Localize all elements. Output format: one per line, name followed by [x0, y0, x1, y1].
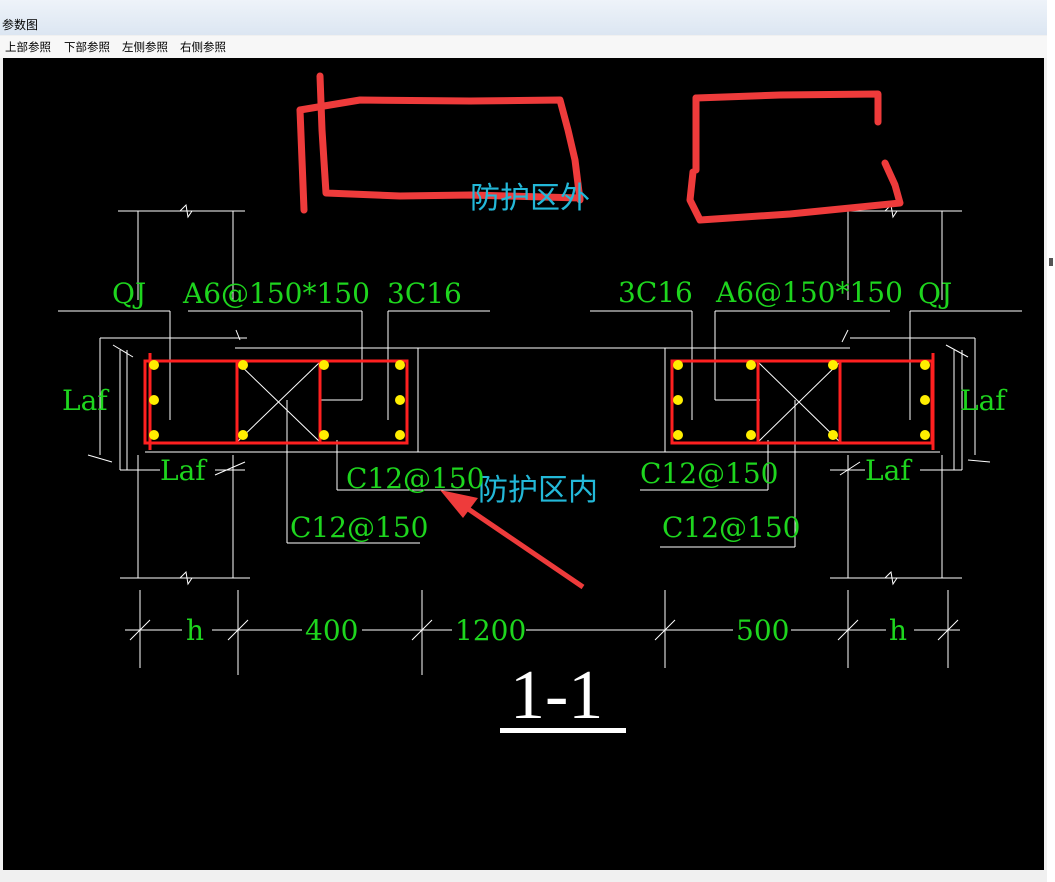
dim-500: 500 [736, 614, 789, 647]
left-tie-lower-label: C12@150 [290, 511, 429, 544]
rebar-dots [149, 360, 930, 440]
right-tie-lower-label: C12@150 [662, 511, 801, 544]
menu-left-reference[interactable]: 左侧参照 [122, 39, 168, 55]
dim-1200: 1200 [455, 614, 526, 647]
section-drawing: 防护区外 防护区内 QJ A6@150*150 3C16 Laf Laf C12… [58, 72, 1022, 734]
right-laf-vertical-label: Laf [960, 384, 1008, 417]
left-laf-vertical-label: Laf [62, 384, 110, 417]
bottom-edge [0, 870, 1047, 882]
right-stirrup-label: A6@150*150 [715, 276, 903, 309]
title-bar: 参数图 [0, 0, 1047, 35]
markup-annotations [296, 72, 904, 224]
scroll-marker [1049, 258, 1053, 266]
menu-bar: 上部参照 下部参照 左侧参照 右侧参照 [0, 36, 1047, 58]
section-title: 1-1 [510, 657, 603, 734]
drawing-canvas: 防护区外 防护区内 QJ A6@150*150 3C16 Laf Laf C12… [3, 58, 1044, 870]
right-bars-label: 3C16 [618, 276, 693, 309]
right-qj-label: QJ [918, 277, 952, 310]
left-bars-label: 3C16 [387, 277, 462, 310]
right-tie-upper-label: C12@150 [640, 457, 779, 490]
left-qj-label: QJ [112, 277, 146, 310]
window-title: 参数图 [2, 18, 39, 32]
left-laf-horizontal-label: Laf [160, 454, 208, 487]
dim-400: 400 [305, 614, 358, 647]
zone-inside-label: 防护区内 [478, 473, 598, 508]
dim-h-right: h [889, 614, 907, 647]
right-edge [1047, 0, 1055, 882]
right-laf-horizontal-label: Laf [865, 454, 913, 487]
left-tie-upper-label: C12@150 [346, 462, 485, 495]
left-stirrup-label: A6@150*150 [182, 277, 370, 310]
menu-top-reference[interactable]: 上部参照 [5, 39, 51, 55]
menu-right-reference[interactable]: 右侧参照 [180, 39, 226, 55]
menu-bottom-reference[interactable]: 下部参照 [64, 39, 110, 55]
zone-outside-label: 防护区外 [470, 181, 590, 216]
section-title-underline [500, 728, 626, 733]
parameter-window: 参数图 上部参照 下部参照 左侧参照 右侧参照 防护区外 防护区内 QJ A6@… [0, 0, 1048, 878]
dim-h-left: h [186, 614, 204, 647]
rebar-outlines [143, 353, 935, 450]
